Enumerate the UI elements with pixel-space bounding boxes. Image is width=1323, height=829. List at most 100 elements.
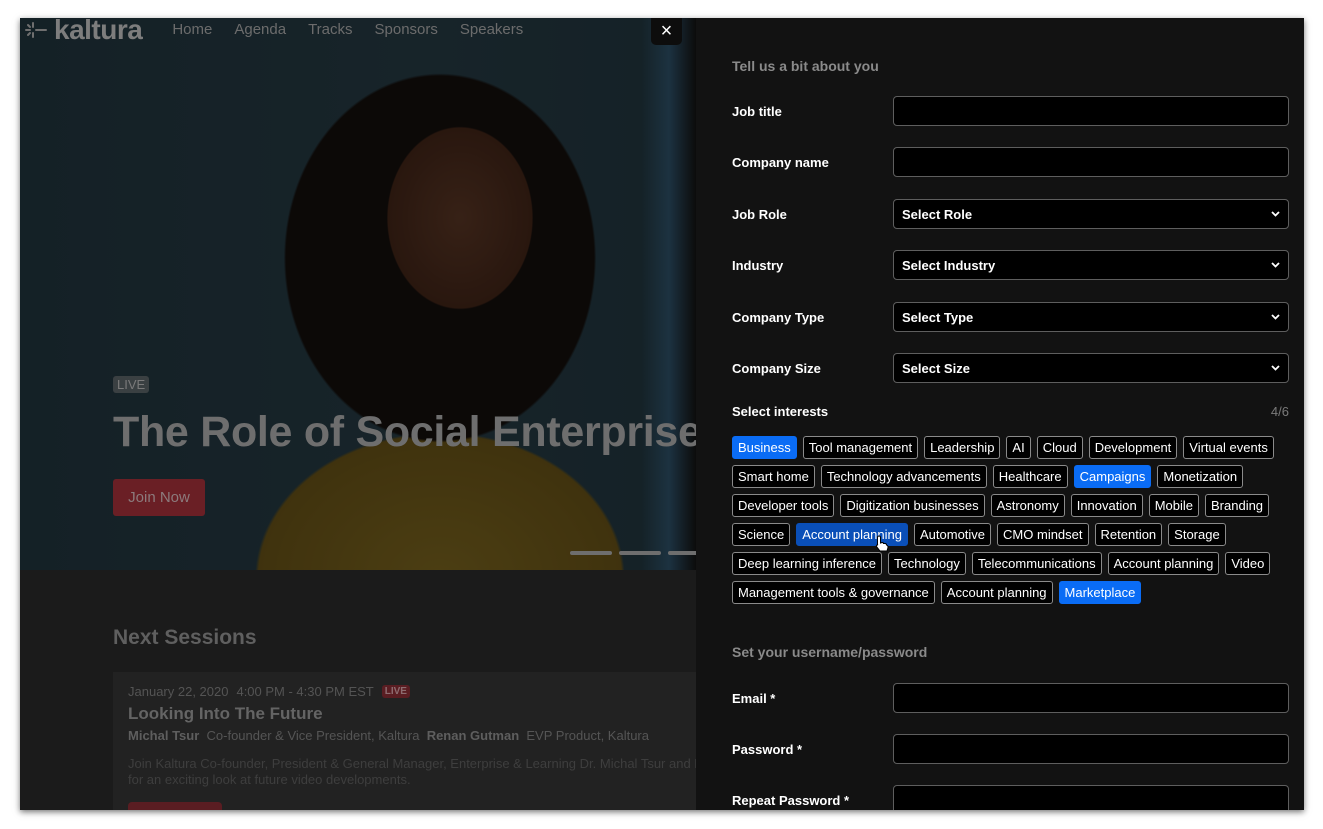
- session-join-button[interactable]: [128, 802, 222, 810]
- interest-chip[interactable]: Automotive: [914, 523, 992, 546]
- speaker-role: EVP Product, Kaltura: [526, 728, 649, 743]
- company-name-row: Company name: [732, 147, 1289, 177]
- interest-chip[interactable]: Account planning: [796, 523, 908, 552]
- interest-chip[interactable]: Business: [732, 436, 797, 459]
- email-input[interactable]: [893, 683, 1289, 713]
- nav-speakers[interactable]: Speakers: [460, 21, 523, 39]
- interest-chip[interactable]: Video: [1225, 552, 1271, 575]
- company-size-selected: Select Size: [902, 360, 970, 376]
- company-name-label: Company name: [732, 154, 829, 170]
- job-role-selected: Select Role: [902, 206, 973, 222]
- interest-chip[interactable]: Mobile: [1148, 494, 1199, 517]
- job-title-row: Job title: [732, 96, 1289, 126]
- session-card[interactable]: January 22, 2020 4:00 PM - 4:30 PM EST L…: [113, 672, 696, 810]
- interest-chip[interactable]: Account planning: [940, 581, 1053, 604]
- interest-chip-label: Telecommunications: [977, 556, 1096, 571]
- job-role-row: Job Role Select Role: [732, 199, 1289, 229]
- interest-chip[interactable]: Management tools & governance: [732, 581, 935, 604]
- interest-chip[interactable]: Development: [1088, 436, 1178, 459]
- nav-tracks[interactable]: Tracks: [308, 21, 352, 39]
- interest-chip[interactable]: Virtual events: [1183, 436, 1274, 459]
- event-page-background: kaltura Home Agenda Tracks Sponsors Spea…: [20, 18, 696, 810]
- next-sessions-section: Next Sessions January 22, 2020 4:00 PM -…: [20, 570, 696, 810]
- speaker-name[interactable]: Michal Tsur: [128, 728, 199, 743]
- interest-chip-label: Monetization: [1163, 469, 1238, 484]
- interest-chip[interactable]: Telecommunications: [971, 552, 1102, 575]
- interest-chip[interactable]: Smart home: [732, 465, 815, 488]
- interest-chip-label: Video: [1231, 556, 1265, 571]
- interest-chip[interactable]: Retention: [1094, 523, 1163, 546]
- carousel-indicator[interactable]: [570, 551, 612, 555]
- carousel-indicator[interactable]: [619, 551, 661, 555]
- interest-chip[interactable]: Account planning: [1107, 552, 1220, 575]
- interest-chip[interactable]: Branding: [1205, 494, 1270, 517]
- industry-select[interactable]: Select Industry: [893, 250, 1289, 280]
- company-name-input[interactable]: [893, 147, 1289, 177]
- interest-chip-label: Virtual events: [1189, 440, 1268, 455]
- company-type-select[interactable]: Select Type: [893, 302, 1289, 332]
- interest-chip-label: Marketplace: [1064, 585, 1136, 600]
- interest-chip-label: Deep learning inference: [738, 556, 877, 571]
- interest-chip[interactable]: Healthcare: [992, 465, 1068, 488]
- repeat-password-row: Repeat Password *: [732, 785, 1289, 810]
- company-type-selected: Select Type: [902, 309, 974, 325]
- carousel-indicators: [570, 551, 696, 555]
- join-now-button[interactable]: Join Now: [113, 479, 205, 516]
- company-size-select[interactable]: Select Size: [893, 353, 1289, 383]
- interest-chip[interactable]: Monetization: [1157, 465, 1244, 488]
- interest-chip-label: Mobile: [1154, 498, 1193, 513]
- nav-sponsors[interactable]: Sponsors: [375, 21, 438, 39]
- interest-chip-label: Developer tools: [738, 498, 829, 513]
- chevron-down-icon: [1270, 260, 1280, 270]
- password-input[interactable]: [893, 734, 1289, 764]
- interest-chip[interactable]: Cloud: [1036, 436, 1083, 459]
- close-drawer-button[interactable]: ×: [651, 18, 682, 45]
- speaker-name[interactable]: Renan Gutman: [427, 728, 519, 743]
- session-title[interactable]: Looking Into The Future: [128, 704, 323, 724]
- credentials-section-title: Set your username/password: [732, 644, 928, 660]
- kaltura-logo[interactable]: kaltura: [24, 18, 143, 44]
- interest-chip[interactable]: Technology advancements: [820, 465, 987, 488]
- interest-chip-label: Storage: [1174, 527, 1220, 542]
- interest-chip[interactable]: Campaigns: [1073, 465, 1152, 488]
- chevron-down-icon: [1270, 209, 1280, 219]
- nav-agenda[interactable]: Agenda: [234, 21, 286, 39]
- interest-chip-label: Account planning: [802, 527, 902, 542]
- session-description: Join Kaltura Co-founder, President & Gen…: [128, 756, 696, 787]
- top-navigation: kaltura Home Agenda Tracks Sponsors Spea…: [20, 18, 696, 44]
- interest-chip[interactable]: AI: [1006, 436, 1031, 459]
- repeat-password-label: Repeat Password *: [732, 792, 850, 808]
- job-title-input[interactable]: [893, 96, 1289, 126]
- carousel-indicator[interactable]: [668, 551, 696, 555]
- chevron-down-icon: [1270, 312, 1280, 322]
- interest-chip-label: Account planning: [1113, 556, 1214, 571]
- interest-chip[interactable]: Marketplace: [1058, 581, 1142, 604]
- interest-chip[interactable]: CMO mindset: [997, 523, 1089, 546]
- industry-row: Industry Select Industry: [732, 250, 1289, 280]
- interest-chip[interactable]: Technology: [888, 552, 966, 575]
- interest-chip-label: Science: [738, 527, 785, 542]
- industry-label: Industry: [732, 257, 784, 273]
- interest-chip[interactable]: Science: [732, 523, 791, 546]
- company-type-label: Company Type: [732, 309, 825, 325]
- job-role-select[interactable]: Select Role: [893, 199, 1289, 229]
- job-role-label: Job Role: [732, 206, 787, 222]
- interest-chip[interactable]: Deep learning inference: [732, 552, 883, 575]
- interest-chip-label: Innovation: [1076, 498, 1137, 513]
- interest-chip[interactable]: Astronomy: [990, 494, 1065, 517]
- interest-chip[interactable]: Developer tools: [732, 494, 835, 517]
- interest-chip[interactable]: Innovation: [1070, 494, 1143, 517]
- nav-home[interactable]: Home: [172, 21, 212, 39]
- interest-chip[interactable]: Storage: [1168, 523, 1226, 546]
- registration-drawer: Tell us a bit about you Job title Compan…: [696, 18, 1304, 810]
- interest-chip-label: Automotive: [920, 527, 986, 542]
- session-date: January 22, 2020: [128, 684, 229, 699]
- interest-chip[interactable]: Tool management: [802, 436, 919, 459]
- about-section-title: Tell us a bit about you: [732, 58, 879, 74]
- interest-chip[interactable]: Digitization businesses: [840, 494, 985, 517]
- repeat-password-input[interactable]: [893, 785, 1289, 810]
- interest-chip-label: Branding: [1211, 498, 1264, 513]
- password-label: Password *: [732, 741, 803, 757]
- interest-chip-label: Development: [1094, 440, 1172, 455]
- interest-chip[interactable]: Leadership: [924, 436, 1001, 459]
